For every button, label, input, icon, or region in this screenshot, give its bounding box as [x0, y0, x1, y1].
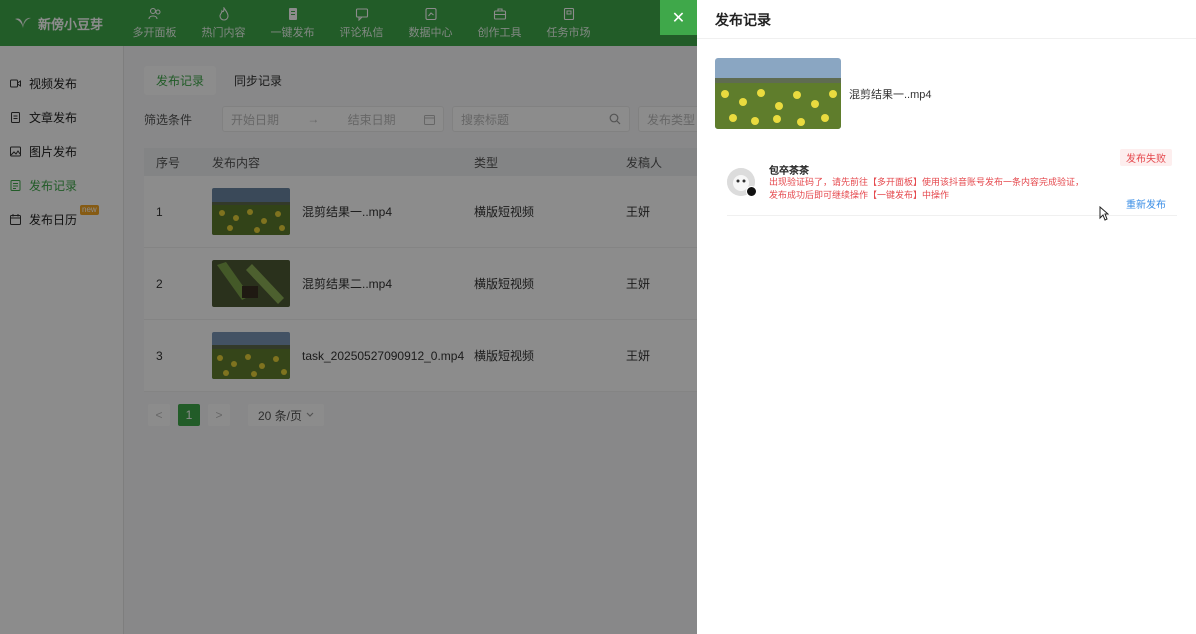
close-drawer-button[interactable]: ✕ [660, 0, 697, 35]
video-name: 混剪结果一..mp4 [849, 88, 932, 101]
douyin-icon [746, 186, 757, 197]
error-message: 出现验证码了，请先前往【多开面板】使用该抖音账号发布一条内容完成验证，发布成功后… [769, 177, 1085, 200]
modal-overlay[interactable] [0, 0, 697, 634]
mouse-cursor-icon [1099, 206, 1109, 221]
account-name: 包卒茶茶 [769, 166, 809, 177]
video-thumbnail[interactable] [715, 58, 841, 129]
divider [697, 38, 1196, 39]
republish-button[interactable]: 重新发布 [1126, 196, 1166, 211]
drawer-title: 发布记录 [715, 12, 771, 28]
close-icon: ✕ [671, 9, 686, 27]
publish-record-drawer: 发布记录 混剪结果一..mp4 发布失败 包卒茶茶 出现验证码了，请先前往【多开… [697, 0, 1196, 634]
video-card: 混剪结果一..mp4 [715, 58, 932, 129]
publish-record-item: 包卒茶茶 出现验证码了，请先前往【多开面板】使用该抖音账号发布一条内容完成验证，… [727, 160, 1177, 216]
